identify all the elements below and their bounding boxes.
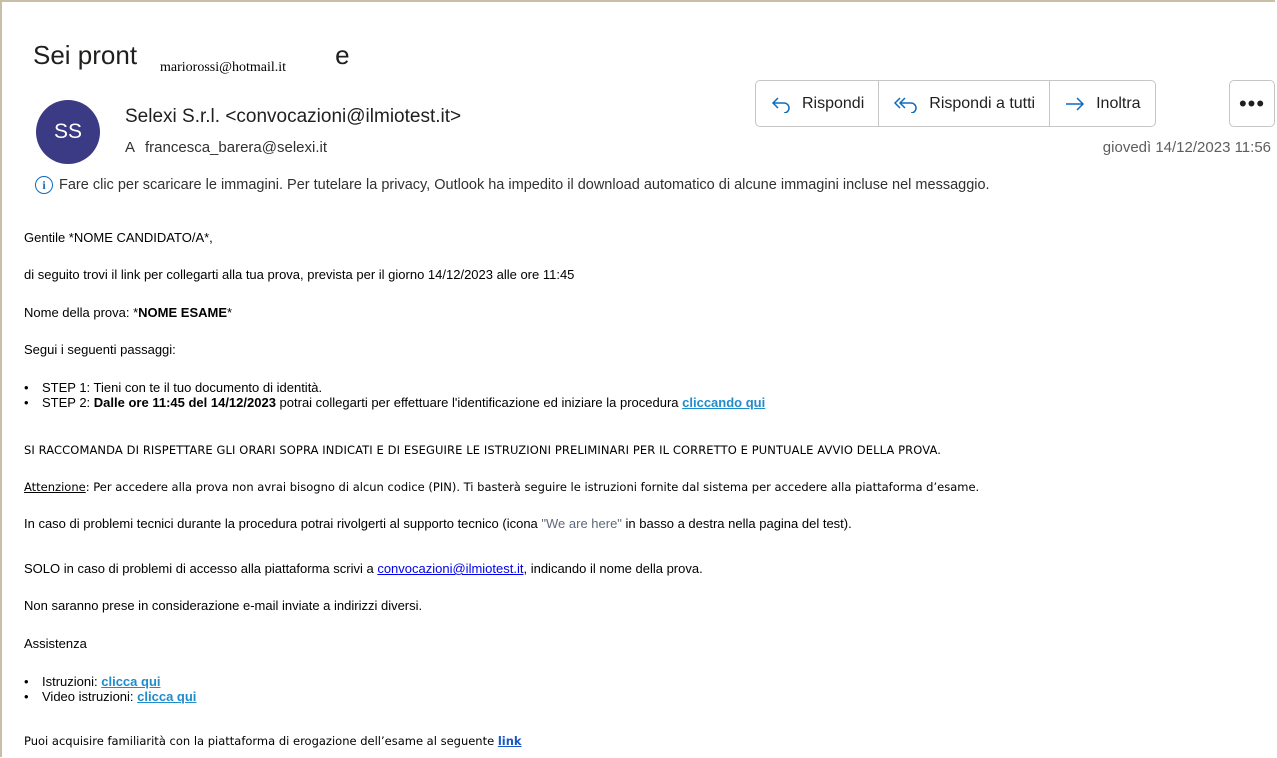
forward-label: Inoltra [1096,94,1141,112]
step2-prefix: STEP 2: [42,395,94,410]
procedure-link[interactable]: cliccando qui [682,395,765,410]
reply-label: Rispondi [802,94,865,112]
instructions-label: Istruzioni: [42,674,102,689]
overlay-address-label: mariorossi@hotmail.it [148,58,334,84]
steps-list: STEP 1: Tieni con te il tuo documento di… [0,380,765,410]
reply-all-label: Rispondi a tutti [929,94,1036,112]
solo-line: SOLO in caso di problemi di accesso alla… [24,561,703,576]
steps-intro: Segui i seguenti passaggi: [24,342,176,357]
reply-icon [771,96,790,113]
recipient-line: Afrancesca_barera@selexi.it [125,139,327,156]
forward-arrow-icon [1066,96,1085,111]
step2-bold: Dalle ore 11:45 del 14/12/2023 [93,395,276,410]
attention-line: Attenzione: Per accedere alla prova non … [24,480,979,494]
reply-all-icon [894,96,917,113]
sender-name: Selexi S.r.l. <convocazioni@ilmiotest.it… [125,106,462,127]
exam-name: NOME ESAME [138,305,228,320]
support-email-link[interactable]: convocazioni@ilmiotest.it [377,561,523,576]
recipient-address: francesca_barera@selexi.it [145,139,327,156]
exam-prefix: Nome della prova: * [24,305,139,320]
exam-suffix: * [227,305,233,320]
instructions-item: Istruzioni: clicca qui [0,674,196,689]
attention-text: : Per accedere alla prova non avrai biso… [85,480,980,494]
greeting: Gentile *NOME CANDIDATO/A*, [24,230,213,245]
image-blocked-infobar[interactable]: i Fare clic per scaricare le immagini. P… [35,176,990,194]
solo-suffix: , indicando il nome della prova. [523,561,703,576]
warning-text: SI RACCOMANDA DI RISPETTARE GLI ORARI SO… [24,443,941,457]
step-1: STEP 1: Tieni con te il tuo documento di… [0,380,765,395]
video-instructions-link[interactable]: clicca qui [137,689,196,704]
reply-button[interactable]: Rispondi [756,81,880,126]
support-prefix: In caso di problemi tecnici durante la p… [24,516,542,531]
assistance-list: Istruzioni: clicca qui Video istruzioni:… [0,674,196,704]
video-instructions-label: Video istruzioni: [42,689,138,704]
support-suffix: in basso a destra nella pagina del test)… [621,516,852,531]
reply-all-button[interactable]: Rispondi a tutti [879,81,1051,126]
message-actions: Rispondi Rispondi a tutti Inoltra [755,80,1156,127]
intro-text: di seguito trovi il link per collegarti … [24,267,575,282]
platform-link[interactable]: link [498,734,522,748]
to-prefix: A [125,139,136,156]
familiar-text: Puoi acquisire familiarità con la piatta… [24,734,498,748]
video-instructions-item: Video istruzioni: clicca qui [0,689,196,704]
familiar-line: Puoi acquisire familiarità con la piatta… [24,734,522,748]
solo-prefix: SOLO in caso di problemi di accesso alla… [24,561,378,576]
assistance-heading: Assistenza [24,636,87,651]
more-actions-button[interactable]: ••• [1229,80,1275,127]
support-highlight: "We are here" [541,516,622,531]
instructions-link[interactable]: clicca qui [101,674,160,689]
no-other-address: Non saranno prese in considerazione e-ma… [24,598,423,613]
forward-button[interactable]: Inoltra [1050,81,1154,126]
avatar: SS [36,100,100,164]
support-line: In caso di problemi tecnici durante la p… [24,516,852,531]
info-icon: i [35,176,53,194]
attention-label: Attenzione [24,480,86,494]
step-2: STEP 2: Dalle ore 11:45 del 14/12/2023 p… [0,395,765,410]
message-date: giovedì 14/12/2023 11:56 [1102,139,1271,156]
infobar-text: Fare clic per scaricare le immagini. Per… [59,177,990,193]
step2-text: potrai collegarti per effettuare l'ident… [275,395,683,410]
exam-name-line: Nome della prova: *NOME ESAME* [24,305,232,320]
